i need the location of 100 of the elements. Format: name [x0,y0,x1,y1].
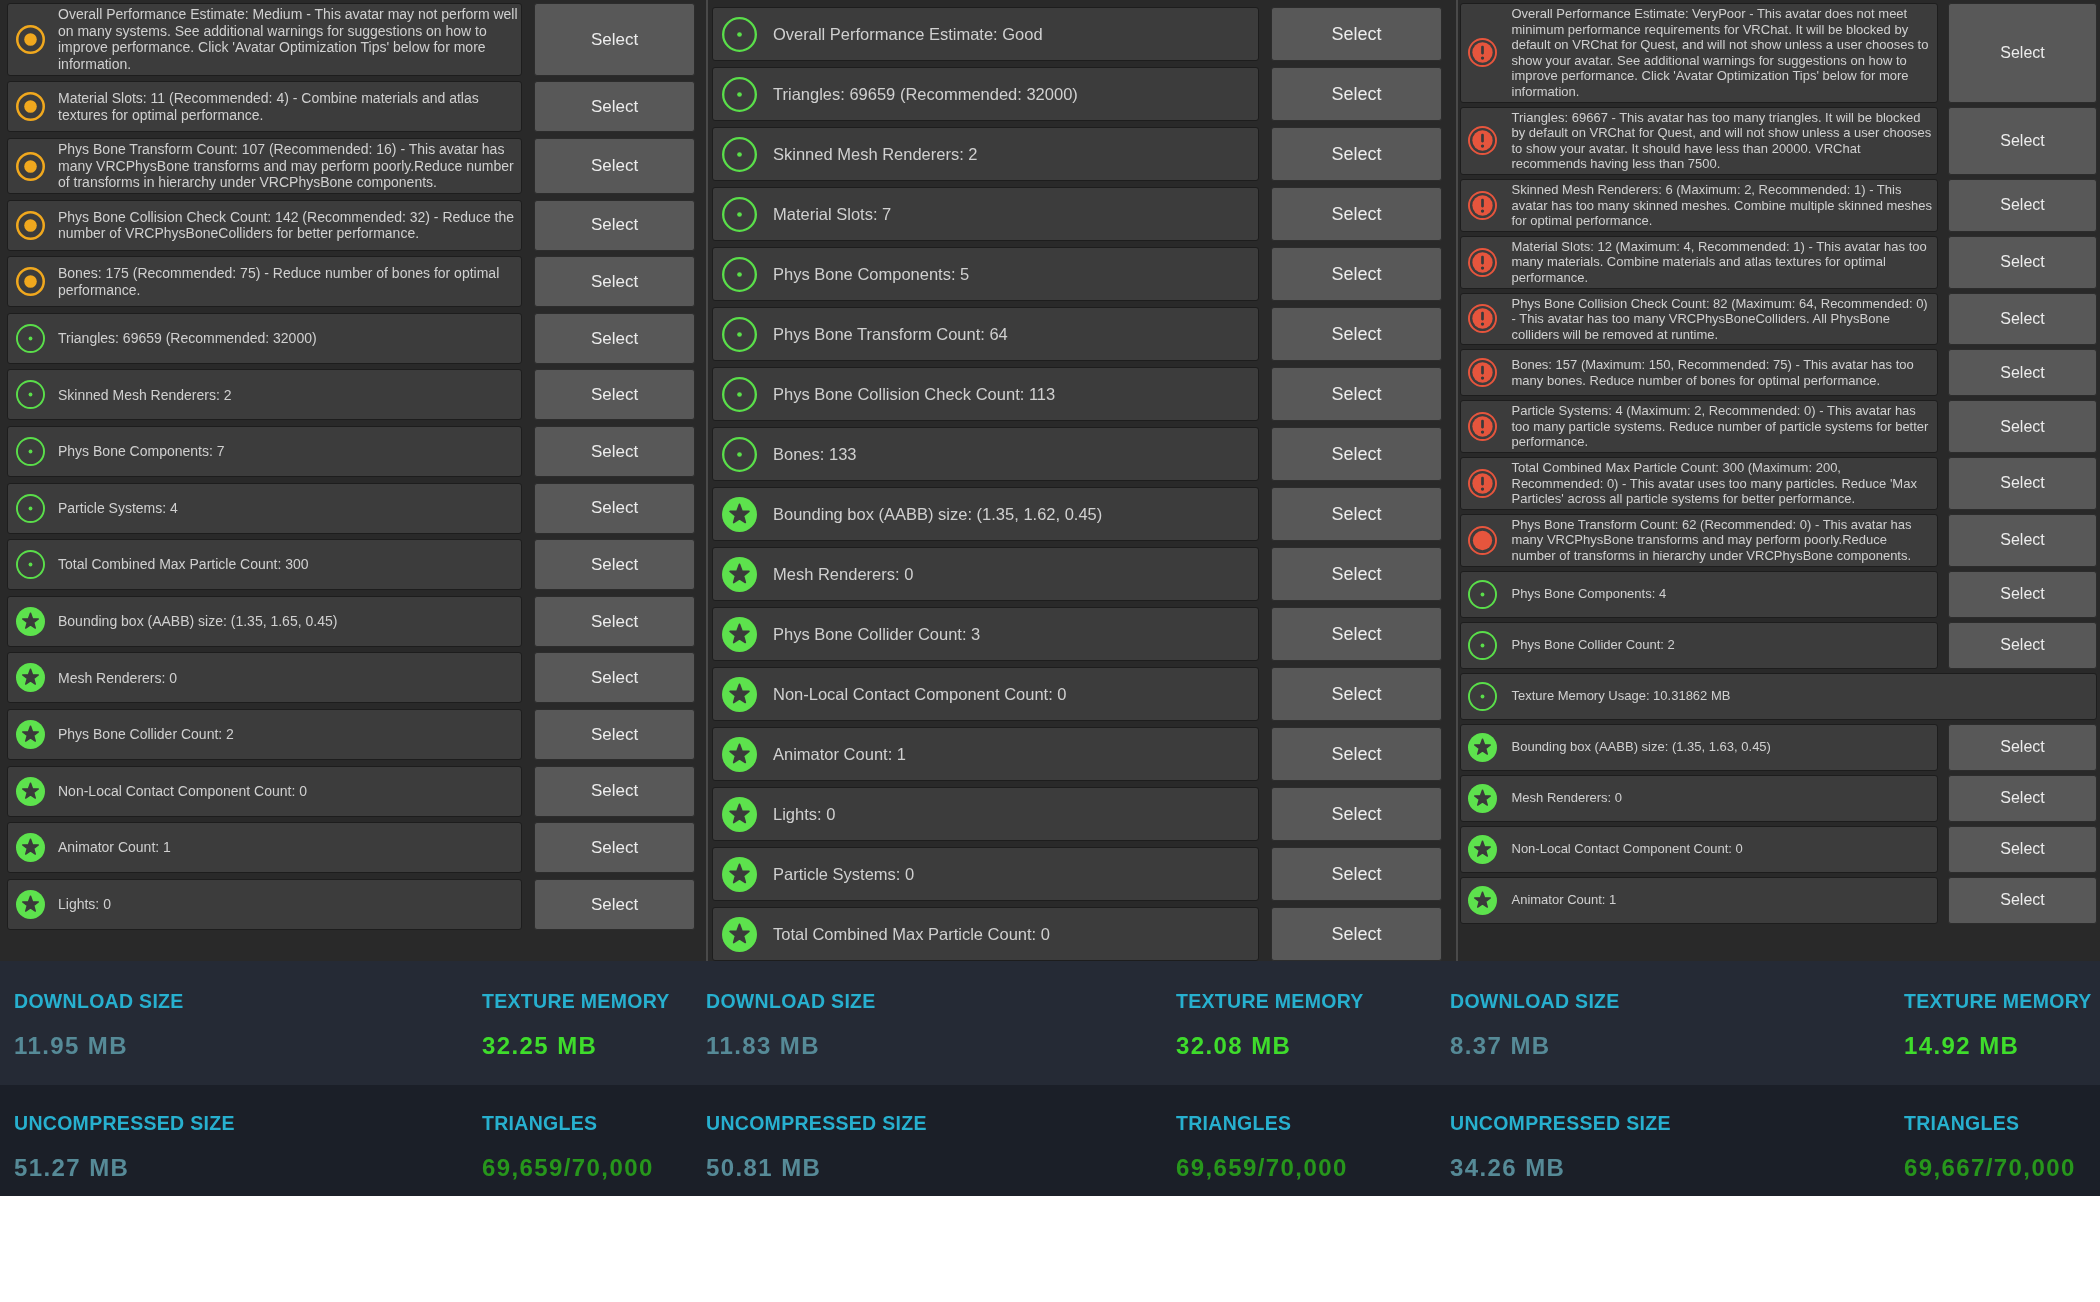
exclamation-circle-icon [1467,38,1497,68]
select-button[interactable]: Select [534,652,695,704]
select-button[interactable]: Select [1271,7,1442,61]
select-button[interactable]: Select [1948,774,2097,822]
message-text: Particle Systems: 4 (Maximum: 2, Recommended: 0) - This avatar has too many particle systems. Reduce number of particle systems for better performance. [1511,403,1930,451]
select-button[interactable]: Select [1948,349,2097,397]
select-button[interactable]: Select [1271,187,1442,241]
select-button[interactable]: Select [534,256,695,308]
ring-dot-icon [15,437,45,467]
message-text: Phys Bone Components: 5 [773,264,970,284]
select-button[interactable]: Select [1948,106,2097,175]
message-text: Material Slots: 12 (Maximum: 4, Recommended: 1) - This avatar has too many materials. Combine materials and atlas textures for optimal performance. [1511,238,1928,286]
select-button[interactable]: Select [1948,178,2097,232]
stat-label: UNCOMPRESSED SIZE [1450,1111,1671,1135]
message-text: Overall Performance Estimate: VeryPoor - This avatar does not meet minimum performance requirements for VRChat. It will be blocked by default on VRChat for Quest, and will not show unless a user chooses to show your avatar. See additional warnings for suggestions on how to improve performance. Click 'Avatar Optimization Tips' below for more information. [1511,6,1930,100]
select-button[interactable]: Select [1271,787,1442,841]
select-button[interactable]: Select [1271,307,1442,361]
stat-label: DOWNLOAD SIZE [1450,989,1620,1013]
ring-dot-icon [721,436,757,472]
exclamation-circle-icon [1467,304,1497,334]
select-button[interactable]: Select [1948,876,2097,924]
message-text: Phys Bone Collision Check Count: 82 (Maximum: 64, Recommended: 0) - This avatar has too many VRCPhysBoneColliders. All PhysBone colliders will be removed at runtime. [1511,295,1929,343]
ring-dot-icon [15,323,45,353]
select-button[interactable]: Select [534,81,695,133]
select-button[interactable]: Select [1271,247,1442,301]
message-text: Bounding box (AABB) size: (1.35, 1.62, 0.45) [773,504,1103,524]
select-button[interactable]: Select [1948,3,2097,103]
star-circle-icon [15,606,45,636]
ring-dot-icon [721,16,757,52]
ring-dot-icon [15,24,45,54]
select-button[interactable]: Select [1271,727,1442,781]
select-button[interactable]: Select [534,709,695,761]
message-text: Bones: 133 [773,444,857,464]
select-button[interactable]: Select [1948,513,2097,567]
select-button[interactable]: Select [1948,400,2097,454]
message-text: Mesh Renderers: 0 [58,669,178,687]
star-circle-icon [15,889,45,919]
select-button[interactable]: Select [534,482,695,534]
select-button[interactable]: Select [1271,547,1442,601]
select-button[interactable]: Select [534,312,695,364]
select-button[interactable]: Select [1271,847,1442,901]
select-button[interactable]: Select [534,822,695,874]
select-button[interactable]: Select [534,595,695,647]
select-button[interactable]: Select [1271,607,1442,661]
select-button[interactable]: Select [1948,235,2097,289]
message-text: Particle Systems: 4 [58,499,178,517]
select-button[interactable]: Select [1271,67,1442,121]
select-button[interactable]: Select [1271,127,1442,181]
message-text: Non-Local Contact Component Count: 0 [58,782,308,800]
stat-value: 50.81 MB [706,1153,822,1183]
stat-value: 11.83 MB [706,1031,820,1061]
stat-label: UNCOMPRESSED SIZE [706,1111,927,1135]
star-circle-icon [15,720,45,750]
stat-value: 8.37 MB [1450,1031,1551,1061]
star-circle-icon [1467,834,1497,864]
stat-value: 69,667/70,000 [1904,1153,2076,1183]
ring-dot-icon [1467,579,1497,609]
select-button[interactable]: Select [1948,825,2097,873]
message-text: Animator Count: 1 [773,744,906,764]
select-button[interactable]: Select [1948,570,2097,618]
ring-dot-icon [721,376,757,412]
ring-dot-icon [15,210,45,240]
stat-value: 69,659/70,000 [1176,1153,1348,1183]
star-circle-icon [721,676,757,712]
message-text: Bones: 175 (Recommended: 75) - Reduce number of bones for optimal performance. [58,265,501,299]
select-button[interactable]: Select [534,138,695,195]
stat-value: 11.95 MB [14,1031,128,1061]
select-button[interactable]: Select [1948,457,2097,510]
select-button[interactable]: Select [534,426,695,478]
message-text: Bones: 157 (Maximum: 150, Recommended: 75) - This avatar has too many bones. Reduce number of bones for optimal performance. [1511,357,1915,389]
select-button[interactable]: Select [534,3,695,76]
select-button[interactable]: Select [1271,907,1442,961]
message-text: Total Combined Max Particle Count: 300 [58,556,309,574]
ring-dot-icon [15,92,45,122]
message-text: Phys Bone Components: 7 [58,443,225,460]
message-text: Total Combined Max Particle Count: 0 [773,924,1050,944]
message-text: Particle Systems: 0 [773,864,915,884]
star-circle-icon [721,796,757,832]
ring-dot-icon [1467,630,1497,660]
select-button[interactable]: Select [534,878,695,930]
select-button[interactable]: Select [1271,367,1442,421]
stat-label: DOWNLOAD SIZE [706,989,876,1013]
select-button[interactable]: Select [1948,621,2097,669]
ring-dot-icon [721,136,757,172]
stat-label: TEXTURE MEMORY [1904,989,2092,1013]
message-text: Mesh Renderers: 0 [773,564,914,584]
ring-dot-icon [15,550,45,580]
stat-value: 32.25 MB [482,1031,598,1061]
select-button[interactable]: Select [1271,427,1442,481]
select-button[interactable]: Select [534,199,695,251]
stat-value: 51.27 MB [14,1153,130,1183]
select-button[interactable]: Select [1271,487,1442,541]
star-circle-icon [721,856,757,892]
select-button[interactable]: Select [534,369,695,421]
select-button[interactable]: Select [534,539,695,591]
select-button[interactable]: Select [534,765,695,817]
select-button[interactable]: Select [1271,667,1442,721]
message-text: Non-Local Contact Component Count: 0 [773,684,1067,704]
select-button[interactable]: Select [1948,292,2097,346]
select-button[interactable]: Select [1948,723,2097,771]
